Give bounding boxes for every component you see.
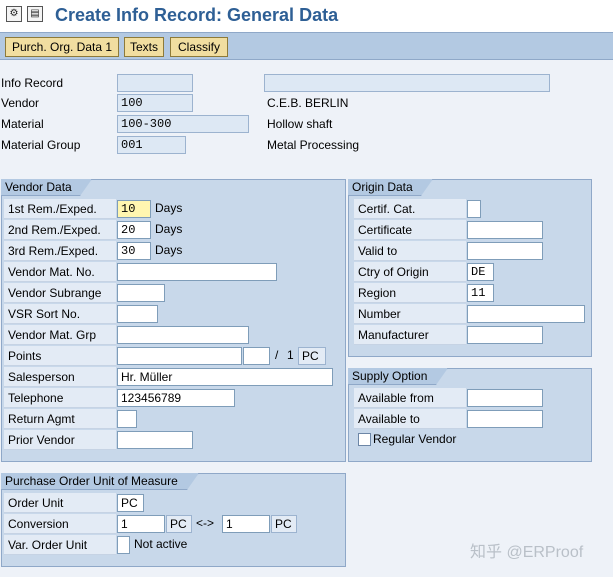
- rem2-unit: Days: [155, 222, 183, 236]
- telephone-input[interactable]: 123456789: [117, 389, 235, 407]
- conversion-arrow: <->: [196, 516, 215, 530]
- material-group-field: 001: [117, 136, 186, 154]
- rem2-label: 2nd Rem./Exped.: [4, 220, 116, 240]
- available-from-input[interactable]: [467, 389, 543, 407]
- origin-data-title: Origin Data: [348, 179, 433, 196]
- certif-cat-input[interactable]: [467, 200, 481, 218]
- order-unit-label: Order Unit: [4, 493, 116, 513]
- material-label: Material: [1, 117, 44, 131]
- salesperson-input[interactable]: Hr. Müller: [117, 368, 333, 386]
- points-label: Points: [4, 346, 116, 366]
- rem1-label: 1st Rem./Exped.: [4, 199, 116, 219]
- number-input[interactable]: [467, 305, 585, 323]
- regular-vendor-checkbox[interactable]: [358, 433, 371, 446]
- conversion-right-input[interactable]: 1: [222, 515, 270, 533]
- vendor-field: 100: [117, 94, 193, 112]
- var-order-unit-label: Var. Order Unit: [4, 535, 116, 555]
- available-from-label: Available from: [354, 388, 466, 408]
- country-of-origin-input[interactable]: DE: [467, 263, 494, 281]
- rem1-input[interactable]: 10: [117, 200, 151, 218]
- vendor-label: Vendor: [1, 96, 40, 110]
- po-unit-title: Purchase Order Unit of Measure: [1, 473, 199, 490]
- valid-to-input[interactable]: [467, 242, 543, 260]
- telephone-label: Telephone: [4, 388, 116, 408]
- number-label: Number: [354, 304, 466, 324]
- vendor-subrange-label: Vendor Subrange: [4, 283, 116, 303]
- vendor-data-title: Vendor Data: [1, 179, 92, 196]
- vendor-name: C.E.B. BERLIN: [267, 96, 349, 110]
- points-unit: PC: [298, 347, 326, 365]
- region-label: Region: [354, 283, 466, 303]
- vendor-mat-no-input[interactable]: [117, 263, 277, 281]
- order-unit-input[interactable]: PC: [117, 494, 144, 512]
- var-order-unit-status: Not active: [134, 537, 188, 551]
- certificate-label: Certificate: [354, 220, 466, 240]
- vendor-mat-no-label: Vendor Mat. No.: [4, 262, 116, 282]
- prior-vendor-input[interactable]: [117, 431, 193, 449]
- region-input[interactable]: 11: [467, 284, 494, 302]
- vendor-mat-grp-input[interactable]: [117, 326, 249, 344]
- points-decimal-input[interactable]: [243, 347, 270, 365]
- salesperson-label: Salesperson: [4, 367, 116, 387]
- certificate-input[interactable]: [467, 221, 543, 239]
- manufacturer-label: Manufacturer: [354, 325, 466, 345]
- conversion-right-unit: PC: [271, 515, 297, 533]
- available-to-label: Available to: [354, 409, 466, 429]
- certif-cat-label: Certif. Cat.: [354, 199, 466, 219]
- material-group-description: Metal Processing: [267, 138, 360, 152]
- supply-option-title: Supply Option: [348, 368, 448, 385]
- rem3-input[interactable]: 30: [117, 242, 151, 260]
- info-record-field: [117, 74, 193, 92]
- manufacturer-input[interactable]: [467, 326, 543, 344]
- vsr-sort-no-input[interactable]: [117, 305, 158, 323]
- points-separator: /: [275, 348, 279, 362]
- points-per-quantity: 1: [287, 348, 294, 362]
- var-order-unit-input[interactable]: [117, 536, 130, 554]
- material-description: Hollow shaft: [267, 117, 333, 131]
- page-title: Create Info Record: General Data: [55, 5, 339, 25]
- prior-vendor-label: Prior Vendor: [4, 430, 116, 450]
- conversion-left-input[interactable]: 1: [117, 515, 165, 533]
- points-input[interactable]: [117, 347, 242, 365]
- rem1-unit: Days: [155, 201, 183, 215]
- country-of-origin-label: Ctry of Origin: [354, 262, 466, 282]
- rem3-label: 3rd Rem./Exped.: [4, 241, 116, 261]
- display-document-icon[interactable]: ▤: [27, 6, 43, 22]
- vsr-sort-no-label: VSR Sort No.: [4, 304, 116, 324]
- material-field: 100-300: [117, 115, 249, 133]
- available-to-input[interactable]: [467, 410, 543, 428]
- vendor-subrange-input[interactable]: [117, 284, 165, 302]
- purch-org-data-button[interactable]: Purch. Org. Data 1: [5, 37, 119, 57]
- conversion-label: Conversion: [4, 514, 116, 534]
- return-agmt-input[interactable]: [117, 410, 137, 428]
- vendor-mat-grp-label: Vendor Mat. Grp: [4, 325, 116, 345]
- valid-to-label: Valid to: [354, 241, 466, 261]
- return-agmt-label: Return Agmt: [4, 409, 116, 429]
- classify-button[interactable]: Classify: [170, 37, 228, 57]
- material-group-label: Material Group: [1, 138, 81, 152]
- rem2-input[interactable]: 20: [117, 221, 151, 239]
- rem3-unit: Days: [155, 243, 183, 257]
- texts-button[interactable]: Texts: [124, 37, 164, 57]
- info-record-description-field: [264, 74, 550, 92]
- conversion-left-unit: PC: [166, 515, 192, 533]
- other-functions-icon[interactable]: ⚙: [6, 6, 22, 22]
- watermark: 知乎 @ERProof: [470, 544, 584, 561]
- regular-vendor-label: Regular Vendor: [373, 432, 457, 446]
- info-record-label: Info Record: [1, 76, 64, 90]
